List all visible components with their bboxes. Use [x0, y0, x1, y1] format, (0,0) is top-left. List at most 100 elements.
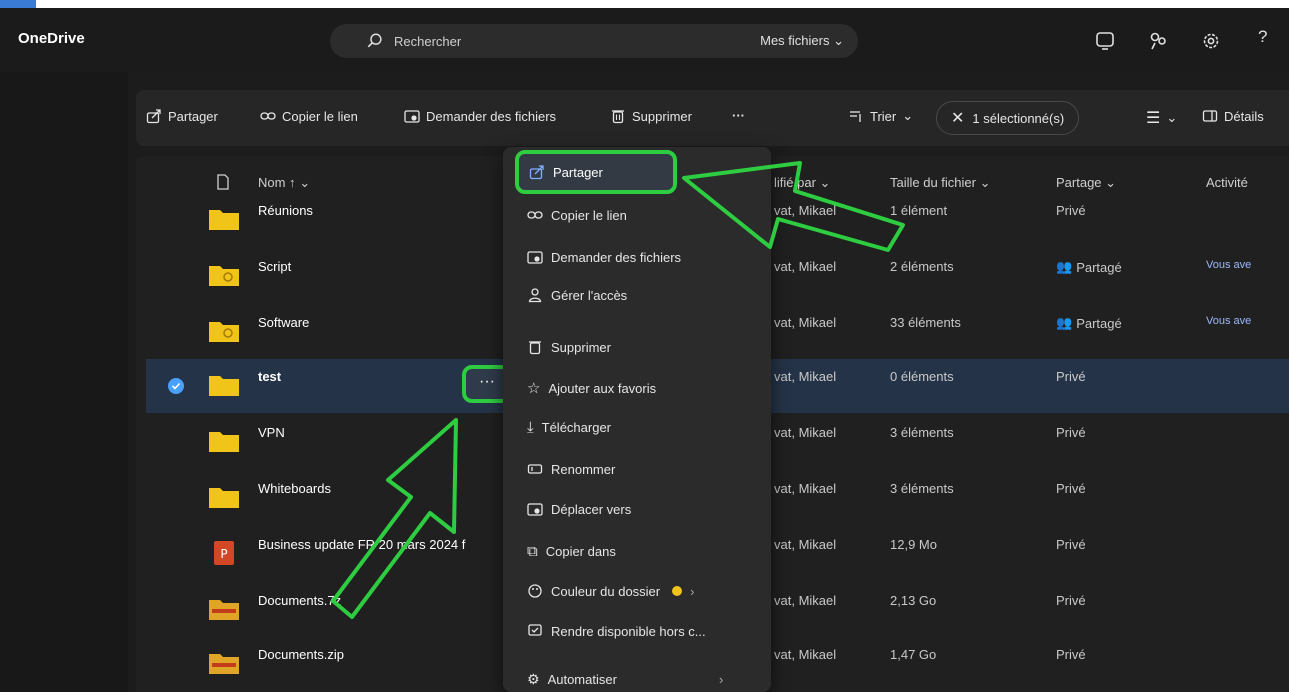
chevron-down-icon: ⌄ [819, 175, 831, 190]
row-sharing-label: Privé [1056, 593, 1086, 608]
menu-item-rename[interactable]: Renommer [527, 461, 615, 477]
archive-file-icon [209, 654, 239, 674]
column-header-name[interactable]: Nom ↑ ⌄ [258, 175, 310, 191]
chevron-down-icon: ⌄ [1166, 110, 1178, 125]
palette-icon [528, 584, 542, 598]
details-button[interactable]: Détails [1202, 108, 1264, 124]
menu-item-label: Renommer [551, 461, 616, 477]
row-name[interactable]: Réunions [258, 203, 313, 218]
column-header-file-size[interactable]: Taille du fichier ⌄ [890, 175, 991, 191]
chevron-down-icon: ⌄ [1105, 175, 1117, 190]
offline-icon [528, 624, 542, 636]
menu-item-offline[interactable]: Rendre disponible hors c... [527, 623, 706, 639]
row-name[interactable]: test [258, 369, 281, 384]
column-header-activity[interactable]: Activité [1206, 175, 1248, 190]
top-bar: OneDrive Mes fichiers ⌄ ? [0, 8, 1289, 72]
person-icon [528, 288, 542, 303]
row-sharing: 👥 Partagé [1056, 259, 1122, 275]
row-sharing-label: Partagé [1076, 259, 1122, 275]
app-brand[interactable]: OneDrive [18, 30, 85, 47]
copy-link-button[interactable]: Copier le lien [260, 108, 358, 124]
menu-item-label: Couleur du dossier [551, 583, 661, 599]
trash-icon [529, 341, 541, 355]
menu-item-copy-to[interactable]: ⧉ Copier dans [527, 543, 616, 560]
row-sharing: Privé [1056, 593, 1086, 608]
context-menu: Partager Copier le lien Demander des fic… [503, 147, 771, 692]
row-name[interactable]: Business update FR 20 mars 2024 f [258, 537, 465, 552]
search-scope-dropdown[interactable]: Mes fichiers ⌄ [760, 33, 844, 49]
row-name[interactable]: Software [258, 315, 309, 330]
row-modified-by: vat, Mikael [774, 425, 837, 440]
row-size: 2,13 Go [890, 593, 937, 608]
folder-icon [209, 376, 239, 396]
row-sharing-label: Privé [1056, 369, 1086, 384]
caption-accent [0, 0, 36, 8]
chevron-right-icon: › [690, 583, 695, 599]
selection-pill[interactable]: ✕ 1 sélectionné(s) [936, 101, 1080, 135]
search-icon [367, 33, 382, 48]
folder-move-icon [527, 503, 543, 516]
gear-icon[interactable] [1200, 30, 1222, 52]
menu-item-label: Télécharger [541, 420, 612, 435]
row-name[interactable]: Documents.7z [258, 593, 341, 608]
column-sharing-label: Partage [1056, 175, 1102, 190]
powerpoint-file-icon: P [214, 541, 234, 565]
folder-icon [209, 432, 239, 452]
menu-item-request-files[interactable]: Demander des fichiers [527, 249, 681, 265]
help-icon[interactable]: ? [1258, 27, 1280, 49]
row-name[interactable]: Whiteboards [258, 481, 331, 496]
more-actions-button[interactable]: ··· [732, 108, 745, 123]
menu-item-add-favorites[interactable]: ☆ Ajouter aux favoris [527, 379, 656, 397]
menu-item-move-to[interactable]: Déplacer vers [527, 501, 631, 517]
row-sharing: Privé [1056, 647, 1086, 662]
menu-item-manage-access[interactable]: Gérer l'accès [527, 287, 627, 303]
view-options-button[interactable]: ☰ ⌄ [1146, 108, 1177, 128]
row-size: 12,9 Mo [890, 537, 937, 552]
delete-button[interactable]: Supprimer [610, 108, 692, 124]
menu-item-folder-color[interactable]: Couleur du dossier › [527, 583, 694, 599]
row-name[interactable]: VPN [258, 425, 285, 440]
row-checkbox[interactable] [168, 378, 184, 394]
search-input[interactable] [394, 29, 694, 53]
row-name[interactable]: Script [258, 259, 291, 274]
row-name[interactable]: Documents.zip [258, 647, 344, 662]
details-button-label: Détails [1224, 108, 1264, 124]
menu-item-label: Déplacer vers [551, 501, 632, 517]
menu-item-delete[interactable]: Supprimer [527, 339, 611, 355]
row-activity[interactable]: Vous ave [1206, 259, 1251, 271]
row-size: 3 éléments [890, 481, 954, 496]
share-button-label: Partager [168, 108, 218, 124]
chevron-down-icon: ⌄ [299, 175, 311, 190]
row-size: 0 éléments [890, 369, 954, 384]
search-box[interactable]: Mes fichiers ⌄ [330, 24, 858, 58]
row-sharing: Privé [1056, 369, 1086, 384]
chat-icon[interactable] [1094, 30, 1116, 52]
share-button[interactable]: Partager [146, 108, 218, 124]
menu-item-automate[interactable]: ⚙ Automatiser › [527, 671, 723, 688]
menu-item-share[interactable]: Partager [515, 150, 677, 194]
people-icon[interactable] [1148, 30, 1170, 52]
check-icon [171, 382, 181, 390]
shared-folder-icon [209, 322, 239, 342]
sort-button[interactable]: Trier ⌄ [848, 108, 913, 124]
close-icon[interactable]: ✕ [951, 108, 964, 128]
row-size: 3 éléments [890, 425, 954, 440]
archive-file-icon [209, 600, 239, 620]
search-scope-label: Mes fichiers [760, 33, 830, 48]
row-sharing: Privé [1056, 203, 1086, 218]
menu-item-label: Gérer l'accès [551, 287, 628, 303]
row-activity[interactable]: Vous ave [1206, 315, 1251, 327]
request-files-button[interactable]: Demander des fichiers [404, 108, 556, 124]
column-header-modified-by[interactable]: lifié par ⌄ [774, 175, 830, 191]
people-icon: 👥 [1056, 259, 1073, 274]
request-files-button-label: Demander des fichiers [426, 108, 557, 124]
menu-item-download[interactable]: ⤓ Télécharger [527, 419, 611, 436]
menu-item-label: Copier dans [545, 544, 616, 559]
share-icon [146, 109, 161, 124]
menu-item-label: Supprimer [551, 339, 611, 355]
menu-item-label: Copier le lien [551, 207, 627, 223]
chevron-down-icon: ⌄ [979, 175, 991, 190]
column-header-sharing[interactable]: Partage ⌄ [1056, 175, 1116, 191]
menu-item-copy-link[interactable]: Copier le lien [527, 207, 627, 223]
star-icon: ☆ [527, 380, 541, 397]
